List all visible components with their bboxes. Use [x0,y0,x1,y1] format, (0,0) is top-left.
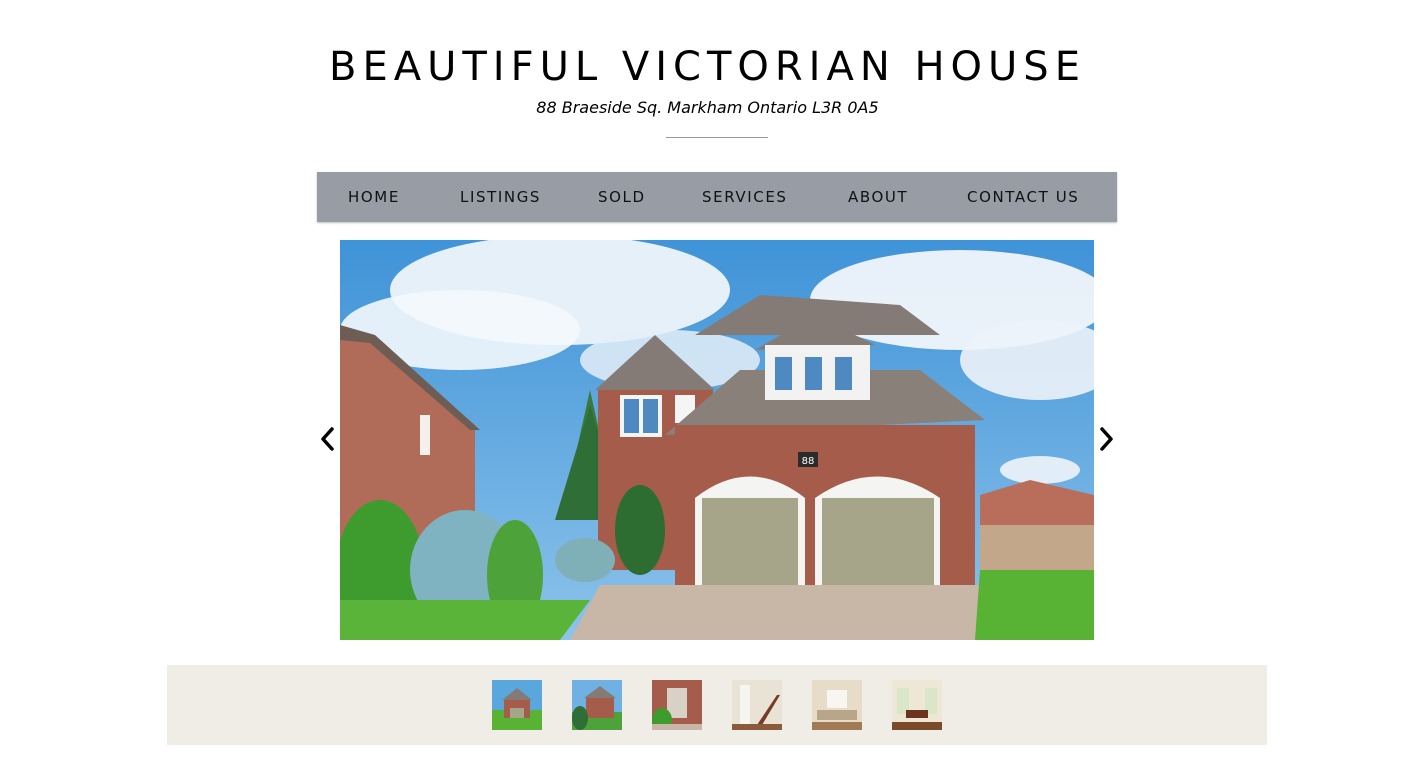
entrance-thumbnail [652,680,702,730]
thumbnail-5[interactable] [812,680,862,730]
thumbnail-4[interactable] [732,680,782,730]
property-address: 88 Braeside Sq. Markham Ontario L3R 0A5 [536,98,879,117]
nav-item-services[interactable]: SERVICES [702,172,788,222]
page-title: BEAUTIFUL VICTORIAN HOUSE [329,44,1086,90]
thumbnail-1[interactable] [492,680,542,730]
house-number: 88 [802,456,815,467]
house-side-thumbnail [572,680,622,730]
living-room-thumbnail [812,680,862,730]
property-photo-slider[interactable]: 88 [340,240,1094,640]
dining-room-thumbnail [892,680,942,730]
slider-next-button[interactable] [1094,424,1118,454]
house-exterior-photo: 88 [340,240,1094,640]
house-front-thumbnail [492,680,542,730]
nav-item-about[interactable]: ABOUT [848,172,908,222]
chevron-right-icon [1100,427,1113,451]
thumbnail-3[interactable] [652,680,702,730]
main-navigation: HOME LISTINGS SOLD SERVICES ABOUT CONTAC… [317,172,1117,222]
thumbnail-strip [167,665,1267,745]
chevron-left-icon [321,427,334,451]
slider-prev-button[interactable] [316,424,340,454]
foyer-thumbnail [732,680,782,730]
nav-item-home[interactable]: HOME [348,172,400,222]
nav-item-contact-us[interactable]: CONTACT US [967,172,1079,222]
title-divider [666,137,768,138]
thumbnail-2[interactable] [572,680,622,730]
nav-item-listings[interactable]: LISTINGS [460,172,541,222]
thumbnail-6[interactable] [892,680,942,730]
nav-item-sold[interactable]: SOLD [598,172,646,222]
